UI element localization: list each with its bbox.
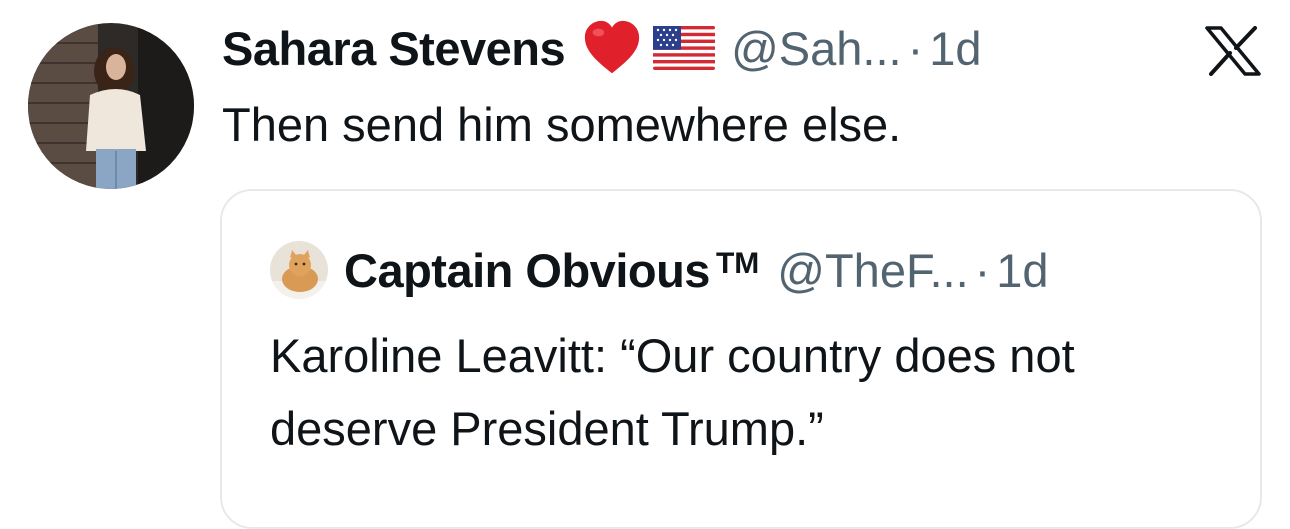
separator-dot: ·: [974, 243, 991, 297]
quoted-tweet-card[interactable]: Captain Obvious TM @TheF... · 1d Karolin…: [220, 189, 1262, 529]
red-heart-icon: [584, 20, 640, 74]
x-logo-icon[interactable]: [1205, 26, 1261, 76]
tweet-text: Then send him somewhere else.: [222, 98, 902, 151]
author-display-name[interactable]: Sahara Stevens: [222, 21, 566, 76]
quoted-author-avatar[interactable]: [270, 241, 328, 299]
quoted-tweet-header: Captain Obvious TM @TheF... · 1d: [344, 239, 1049, 301]
tweet-header: Sahara Stevens @Sah... · 1d: [222, 14, 982, 82]
author-avatar[interactable]: [28, 23, 194, 189]
quoted-tweet-timestamp[interactable]: 1d: [996, 243, 1048, 298]
us-flag-icon: [653, 26, 716, 70]
trademark-badge: TM: [715, 247, 760, 280]
quoted-author-handle[interactable]: @TheF...: [777, 243, 968, 298]
quoted-author-display-name[interactable]: Captain Obvious: [344, 243, 710, 298]
tweet-timestamp[interactable]: 1d: [929, 21, 981, 76]
quoted-tweet-text: Karoline Leavitt: “Our country does not …: [270, 329, 1075, 455]
author-handle[interactable]: @Sah...: [731, 21, 902, 76]
separator-dot: ·: [907, 21, 924, 75]
